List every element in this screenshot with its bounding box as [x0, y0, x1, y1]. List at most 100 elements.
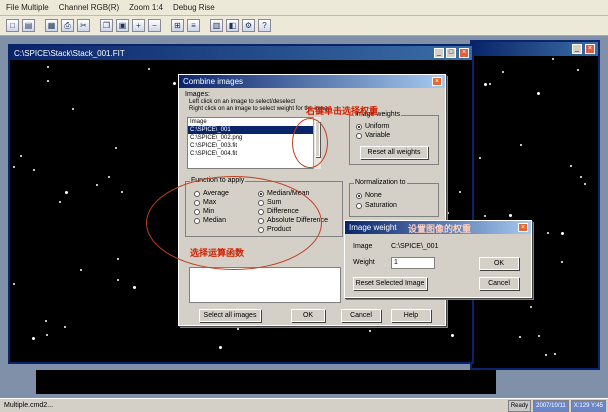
weight-ok-button[interactable]: OK	[479, 257, 519, 270]
norm-saturation-radio[interactable]	[356, 203, 362, 209]
variable-label: Variable	[365, 132, 391, 139]
weight-cancel-button[interactable]: Cancel	[479, 277, 519, 290]
image-label: Image	[353, 243, 373, 250]
star	[447, 212, 449, 214]
star-field	[472, 56, 598, 368]
close-icon[interactable]: ×	[518, 223, 528, 232]
histogram-icon[interactable]: ▥	[210, 19, 223, 32]
star	[65, 191, 68, 194]
help-button[interactable]: Help	[391, 309, 431, 322]
norm-none-radio[interactable]	[356, 193, 362, 199]
maximize-icon[interactable]: □	[446, 48, 456, 58]
new-icon[interactable]: □	[6, 19, 19, 32]
close-icon[interactable]: ×	[432, 77, 442, 86]
print-icon[interactable]: ⎙	[61, 19, 74, 32]
open-icon[interactable]: ▤	[22, 19, 35, 32]
combine-dialog-title: Combine images	[179, 75, 445, 88]
star	[96, 184, 98, 186]
status-cell-date: 2007/10/11	[533, 399, 569, 412]
uniform-radio[interactable]	[356, 124, 362, 130]
minimize-icon[interactable]: _	[434, 48, 444, 58]
star	[20, 155, 22, 157]
star	[115, 147, 117, 149]
zoom-in-icon[interactable]: +	[132, 19, 145, 32]
stack-icon[interactable]: ≡	[187, 19, 200, 32]
output-text-area[interactable]	[189, 267, 341, 303]
normalization-label: Normalization to	[354, 179, 407, 186]
star	[537, 92, 540, 95]
paste-icon[interactable]: ▣	[116, 19, 129, 32]
channel-icon[interactable]: ◧	[226, 19, 239, 32]
toolbar: □ ▤ ▦ ⎙ ✂ ❐ ▣ + − ⊞ ≡ ▥ ◧ ⚙ ?	[0, 16, 608, 36]
star	[509, 214, 512, 217]
star	[570, 165, 572, 167]
star	[561, 232, 564, 235]
reset-selected-image-button[interactable]: Reset Selected Image	[353, 277, 427, 290]
star	[219, 346, 222, 349]
star	[561, 261, 563, 263]
annotation-set-weight: 设置图像的权重	[408, 224, 472, 234]
star	[580, 176, 582, 178]
align-icon[interactable]: ⊞	[171, 19, 184, 32]
variable-radio[interactable]	[356, 133, 362, 139]
star	[502, 71, 504, 73]
main-window-titlebar[interactable]: C:\SPICE\Stack\Stack_001.FIT	[10, 46, 472, 60]
norm-none-label: None	[365, 192, 382, 199]
star	[33, 169, 35, 171]
star	[108, 176, 110, 178]
star	[484, 83, 487, 86]
star	[519, 336, 521, 338]
help-icon[interactable]: ?	[258, 19, 271, 32]
star	[45, 320, 47, 322]
star	[520, 144, 522, 146]
right-image-window[interactable]: _ ×	[470, 40, 600, 370]
reset-weights-button[interactable]: Reset all weights	[360, 146, 428, 159]
main-window-title: C:\SPICE\Stack\Stack_001.FIT	[14, 48, 125, 58]
star	[80, 269, 82, 271]
images-label: Images:	[185, 91, 210, 98]
cancel-button[interactable]: Cancel	[341, 309, 381, 322]
star	[133, 286, 136, 289]
annotation-select-function: 选择运算函数	[190, 248, 245, 258]
star	[489, 83, 491, 85]
star	[117, 279, 119, 281]
copy-icon[interactable]: ❐	[100, 19, 113, 32]
star	[577, 69, 579, 71]
menu-item-debug[interactable]: Debug Rise	[173, 3, 215, 12]
star	[72, 108, 74, 110]
select-all-button[interactable]: Select all images	[199, 309, 261, 322]
menu-item-zoom[interactable]: Zoom 1:4	[129, 3, 163, 12]
close-icon[interactable]: ×	[585, 44, 595, 54]
image-weights-group: Image weights Uniform Variable Reset all…	[349, 111, 439, 165]
star	[369, 330, 371, 332]
star	[117, 258, 119, 260]
minimize-icon[interactable]: _	[572, 44, 582, 54]
menu-item-channel[interactable]: Channel RGB(R)	[59, 3, 119, 12]
menu-item-file[interactable]: File Multiple	[6, 3, 49, 12]
star	[32, 337, 35, 340]
weight-dialog-title-text: Image weight	[349, 223, 397, 232]
zoom-out-icon[interactable]: −	[148, 19, 161, 32]
image-value: C:\SPICE\_001	[391, 243, 439, 250]
star	[545, 354, 547, 356]
save-icon[interactable]: ▦	[45, 19, 58, 32]
ok-button[interactable]: OK	[291, 309, 325, 322]
close-icon[interactable]: ×	[459, 48, 469, 58]
annotation-oval-scrollbar	[292, 118, 328, 168]
star	[554, 353, 556, 355]
star	[13, 283, 15, 285]
star	[538, 335, 540, 337]
norm-saturation-label: Saturation	[365, 202, 397, 209]
status-cell-coords: X:129 Y:45	[570, 399, 606, 412]
menu-bar: File Multiple Channel RGB(R) Zoom 1:4 De…	[0, 0, 608, 16]
star	[237, 328, 239, 330]
cut-icon[interactable]: ✂	[77, 19, 90, 32]
star	[13, 166, 15, 168]
star	[584, 183, 586, 185]
weight-input[interactable]: 1	[391, 257, 435, 269]
normalization-group: Normalization to None Saturation	[349, 179, 439, 217]
star	[47, 80, 49, 82]
weight-label: Weight	[353, 259, 375, 266]
settings-icon[interactable]: ⚙	[242, 19, 255, 32]
status-text: Multiple.cmd2...	[4, 402, 54, 409]
